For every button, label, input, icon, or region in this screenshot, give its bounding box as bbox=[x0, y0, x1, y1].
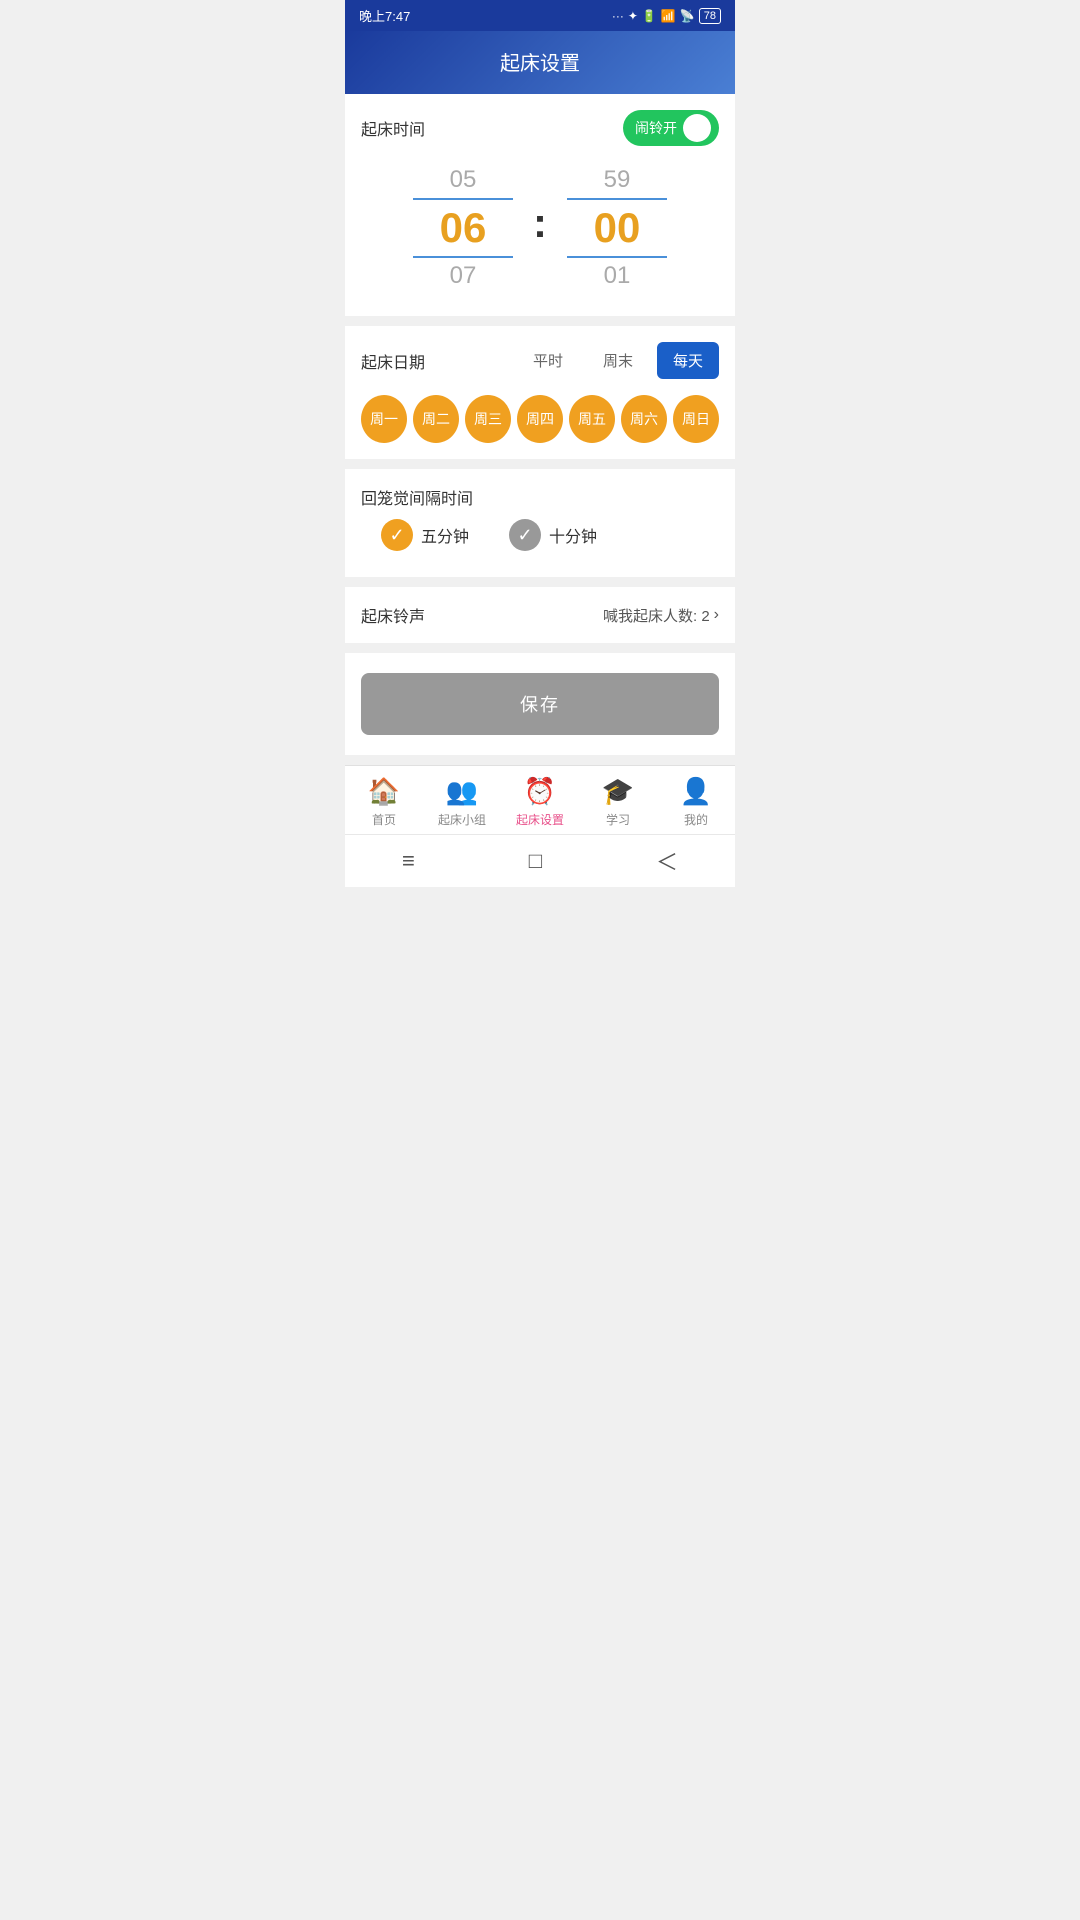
time-colon: : bbox=[533, 199, 547, 247]
days-row: 周一 周二 周三 周四 周五 周六 周日 bbox=[361, 395, 719, 443]
tab-group[interactable]: 👥 起床小组 bbox=[432, 776, 492, 828]
tab-bar: 🏠 首页 👥 起床小组 ⏰ 起床设置 🎓 学习 👤 我的 bbox=[345, 765, 735, 834]
day-monday[interactable]: 周一 bbox=[361, 395, 407, 443]
day-friday[interactable]: 周五 bbox=[569, 395, 615, 443]
minute-current: 00 bbox=[567, 198, 667, 258]
minute-next: 01 bbox=[604, 262, 631, 290]
ringtone-row: 起床铃声 喊我起床人数: 2 › bbox=[361, 603, 719, 627]
nav-bar: ≡ □ ＜ bbox=[345, 834, 735, 887]
day-sunday[interactable]: 周日 bbox=[673, 395, 719, 443]
date-options: 平时 周末 每天 bbox=[517, 342, 719, 379]
status-time: 晚上7:47 bbox=[359, 6, 410, 25]
hour-current: 06 bbox=[413, 198, 513, 258]
ringtone-label: 起床铃声 bbox=[361, 603, 425, 627]
tab-profile[interactable]: 👤 我的 bbox=[666, 776, 726, 828]
back-icon[interactable]: ＜ bbox=[656, 845, 678, 877]
tab-home[interactable]: 🏠 首页 bbox=[354, 776, 414, 828]
group-icon: 👥 bbox=[446, 776, 478, 807]
date-label: 起床日期 bbox=[361, 349, 425, 373]
page-title: 起床设置 bbox=[500, 53, 580, 75]
alarm-icon: ⏰ bbox=[524, 776, 556, 807]
snooze-5min-check: ✓ bbox=[381, 519, 413, 551]
profile-icon: 👤 bbox=[680, 776, 712, 807]
status-bar: 晚上7:47 ··· ✦ 🔋 📶 📡 78 bbox=[345, 0, 735, 31]
menu-icon[interactable]: ≡ bbox=[402, 848, 415, 874]
bottom-spacer bbox=[345, 755, 735, 765]
tab-alarm-label: 起床设置 bbox=[516, 811, 564, 828]
main-content: 起床时间 闹铃开 05 06 07 : 59 00 01 起床日期 平 bbox=[345, 94, 735, 765]
hour-next: 07 bbox=[450, 262, 477, 290]
snooze-10min[interactable]: ✓ 十分钟 bbox=[509, 519, 597, 551]
tab-alarm-settings[interactable]: ⏰ 起床设置 bbox=[510, 776, 570, 828]
date-option-everyday[interactable]: 每天 bbox=[657, 342, 719, 379]
toggle-circle bbox=[683, 114, 711, 142]
hour-column[interactable]: 05 06 07 bbox=[413, 166, 513, 290]
home-icon: 🏠 bbox=[368, 776, 400, 807]
minute-prev: 59 bbox=[604, 166, 631, 194]
page-header: 起床设置 bbox=[345, 31, 735, 94]
day-thursday[interactable]: 周四 bbox=[517, 395, 563, 443]
chevron-right-icon: › bbox=[714, 606, 719, 624]
tab-study-label: 学习 bbox=[606, 811, 630, 828]
status-icons: ··· ✦ 🔋 📶 📡 78 bbox=[612, 8, 721, 24]
tab-home-label: 首页 bbox=[372, 811, 396, 828]
hour-prev: 05 bbox=[450, 166, 477, 194]
tab-group-label: 起床小组 bbox=[438, 811, 486, 828]
snooze-options: ✓ 五分钟 ✓ 十分钟 bbox=[361, 509, 719, 561]
day-saturday[interactable]: 周六 bbox=[621, 395, 667, 443]
ringtone-right[interactable]: 喊我起床人数: 2 › bbox=[603, 605, 719, 626]
battery-level: 78 bbox=[699, 8, 721, 24]
snooze-10min-label: 十分钟 bbox=[549, 523, 597, 547]
tab-study[interactable]: 🎓 学习 bbox=[588, 776, 648, 828]
study-icon: 🎓 bbox=[602, 776, 634, 807]
snooze-section: 回笼觉间隔时间 ✓ 五分钟 ✓ 十分钟 bbox=[345, 469, 735, 577]
time-picker: 05 06 07 : 59 00 01 bbox=[361, 156, 719, 300]
alarm-time-header: 起床时间 闹铃开 bbox=[361, 110, 719, 146]
day-wednesday[interactable]: 周三 bbox=[465, 395, 511, 443]
ringtone-count: 喊我起床人数: 2 bbox=[603, 605, 710, 626]
date-section: 起床日期 平时 周末 每天 周一 周二 周三 周四 周五 周六 周日 bbox=[345, 326, 735, 459]
toggle-label: 闹铃开 bbox=[635, 118, 677, 138]
tab-profile-label: 我的 bbox=[684, 811, 708, 828]
alarm-time-label: 起床时间 bbox=[361, 116, 425, 140]
day-tuesday[interactable]: 周二 bbox=[413, 395, 459, 443]
home-nav-icon[interactable]: □ bbox=[529, 848, 542, 874]
snooze-10min-check: ✓ bbox=[509, 519, 541, 551]
date-option-weekday[interactable]: 平时 bbox=[517, 342, 579, 379]
save-button[interactable]: 保存 bbox=[361, 673, 719, 735]
snooze-label: 回笼觉间隔时间 bbox=[361, 491, 473, 508]
snooze-5min-label: 五分钟 bbox=[421, 523, 469, 547]
snooze-5min[interactable]: ✓ 五分钟 bbox=[381, 519, 469, 551]
date-option-weekend[interactable]: 周末 bbox=[587, 342, 649, 379]
ringtone-section: 起床铃声 喊我起床人数: 2 › bbox=[345, 587, 735, 643]
alarm-time-section: 起床时间 闹铃开 05 06 07 : 59 00 01 bbox=[345, 94, 735, 316]
save-section: 保存 bbox=[345, 653, 735, 755]
minute-column[interactable]: 59 00 01 bbox=[567, 166, 667, 290]
date-header: 起床日期 平时 周末 每天 bbox=[361, 342, 719, 379]
alarm-toggle[interactable]: 闹铃开 bbox=[623, 110, 719, 146]
